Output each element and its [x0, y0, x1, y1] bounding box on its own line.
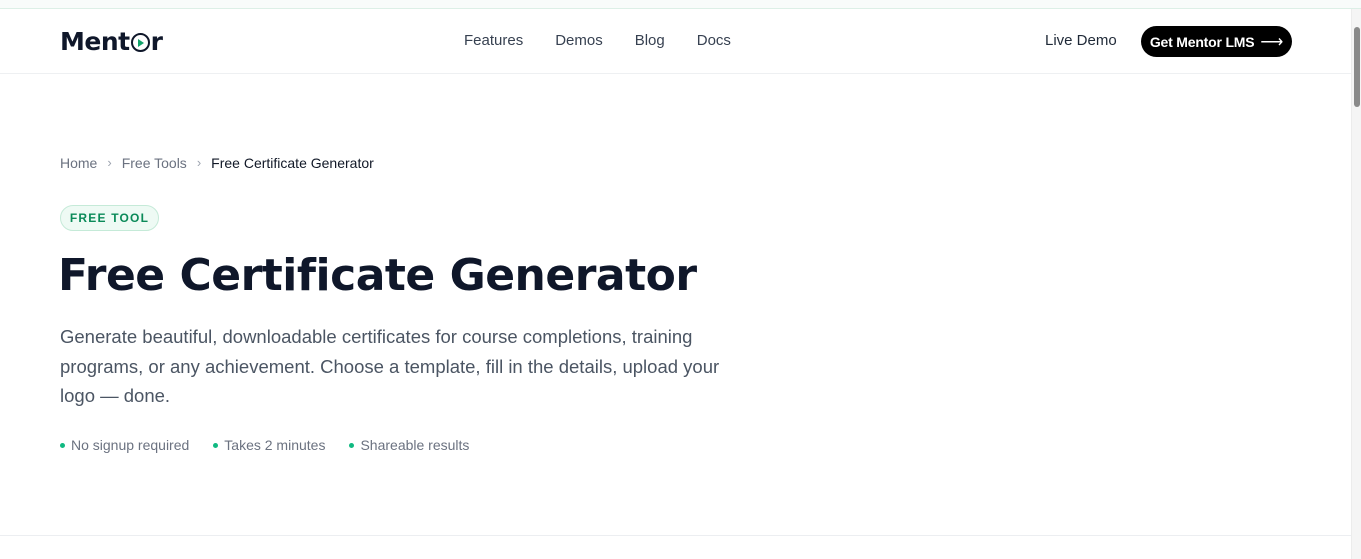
feature-label: Shareable results: [360, 437, 470, 453]
arrow-right-icon: ⟶: [1260, 33, 1284, 51]
feature-item: Shareable results: [349, 436, 469, 454]
page-description: Generate beautiful, downloadable certifi…: [60, 326, 720, 406]
nav-demos[interactable]: Demos: [555, 31, 603, 51]
page-title: Free Certificate Generator: [58, 250, 697, 301]
logo-text-right: r: [150, 26, 163, 56]
dot-icon: [60, 442, 65, 448]
nav-docs[interactable]: Docs: [697, 31, 731, 51]
top-strip: [0, 0, 1361, 9]
breadcrumb-current: Free Certificate Generator: [211, 155, 374, 171]
free-tool-badge: FREE TOOL: [60, 205, 159, 231]
nav-features[interactable]: Features: [464, 31, 523, 51]
feature-label: No signup required: [71, 437, 190, 453]
chevron-right-icon: ›: [196, 155, 202, 170]
feature-item: Takes 2 minutes: [213, 436, 325, 454]
feature-label: Takes 2 minutes: [224, 437, 326, 453]
live-demo-link[interactable]: Live Demo: [1045, 31, 1117, 51]
dot-icon: [349, 442, 355, 448]
breadcrumb-home[interactable]: Home: [60, 154, 97, 172]
site-header: Ment r Features Demos Blog Docs Live Demo…: [0, 9, 1351, 74]
feature-list: No signup required Takes 2 minutes Share…: [60, 436, 493, 454]
logo[interactable]: Ment r: [60, 26, 163, 56]
play-circle-icon: [130, 33, 150, 52]
page-scrollbar[interactable]: [1351, 9, 1361, 559]
cta-label: Get Mentor LMS: [1149, 33, 1255, 50]
nav-blog[interactable]: Blog: [635, 31, 665, 51]
feature-item: No signup required: [60, 436, 189, 454]
section-divider: [0, 535, 1351, 536]
main-nav: Features Demos Blog Docs: [464, 31, 763, 51]
scrollbar-thumb[interactable]: [1354, 27, 1360, 107]
breadcrumb: Home › Free Tools › Free Certificate Gen…: [60, 154, 374, 172]
logo-text-left: Ment: [60, 26, 130, 56]
dot-icon: [213, 442, 219, 448]
get-mentor-lms-button[interactable]: Get Mentor LMS ⟶: [1141, 26, 1292, 57]
chevron-right-icon: ›: [107, 155, 112, 170]
breadcrumb-free-tools[interactable]: Free Tools: [122, 154, 187, 172]
